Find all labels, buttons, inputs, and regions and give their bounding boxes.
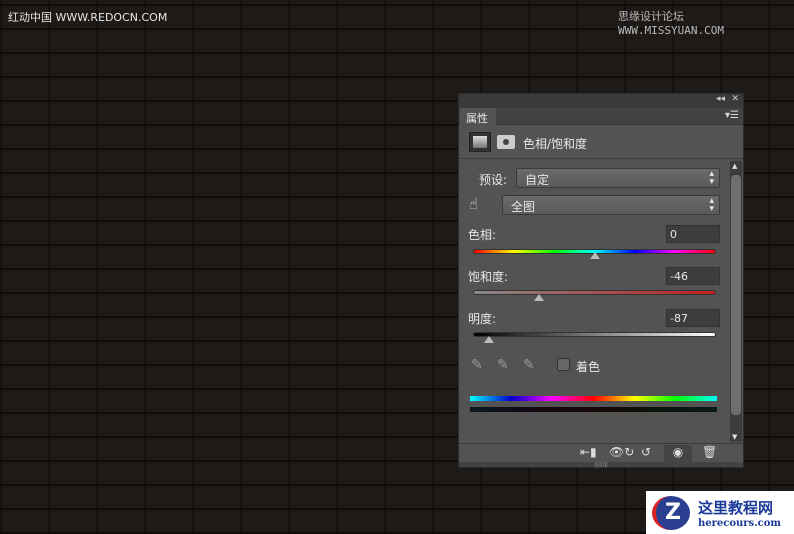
panel-heading: 色相/饱和度 xyxy=(523,137,588,151)
saturation-label: 饱和度: xyxy=(468,270,509,284)
resize-grip[interactable]: |||||||| xyxy=(459,462,743,468)
panel-menu-icon[interactable]: ▾☰ xyxy=(725,110,739,121)
close-icon[interactable]: ✕ xyxy=(731,94,739,104)
input-color-bar xyxy=(470,396,717,401)
watermark-redocn: 红动中国 WWW.REDOCN.COM xyxy=(8,11,168,24)
logo-z-icon: Z xyxy=(652,495,690,530)
properties-panel: ◂◂ ✕ 属性 ▾☰ 色相/饱和度 预设: 自定 ▴ ▾ ☝ 全图 ▴ ▾ 色相: 0 … xyxy=(458,93,744,468)
colorize-label: 着色 xyxy=(576,360,601,374)
target-adjust-hand-icon[interactable]: ☝ xyxy=(469,195,478,213)
watermark-missyuan: 思缘设计论坛 WWW.MISSYUAN.COM xyxy=(618,10,724,37)
preset-label: 预设: xyxy=(479,173,508,187)
preset-select[interactable]: 自定 ▴ ▾ xyxy=(516,168,720,188)
saturation-slider-thumb[interactable] xyxy=(533,294,544,301)
reset-icon[interactable]: ↺ xyxy=(641,445,651,459)
channel-select[interactable]: 全图 ▴ ▾ xyxy=(502,195,720,215)
chevron-updown-icon: ▴ ▾ xyxy=(709,196,714,214)
tab-properties[interactable]: 属性 xyxy=(460,108,496,125)
hue-input[interactable]: 0 xyxy=(666,225,720,243)
panel-titlebar[interactable]: ◂◂ ✕ xyxy=(459,94,743,108)
lightness-slider[interactable] xyxy=(473,332,716,337)
eyedropper-icon[interactable]: ✎ xyxy=(471,357,483,373)
lightness-label: 明度: xyxy=(468,312,497,326)
mask-icon[interactable] xyxy=(497,135,515,149)
lightness-slider-thumb[interactable] xyxy=(483,336,494,343)
scrollbar-thumb[interactable] xyxy=(731,175,741,415)
saturation-input[interactable]: -46 xyxy=(666,267,720,285)
scroll-down-icon[interactable]: ▼ xyxy=(732,433,737,441)
saturation-slider[interactable] xyxy=(473,290,716,295)
trash-icon[interactable]: 🗑 xyxy=(702,445,717,459)
hue-label: 色相: xyxy=(468,228,497,242)
channel-value: 全图 xyxy=(511,200,536,214)
collapse-icon[interactable]: ◂◂ xyxy=(716,94,725,104)
output-color-bar xyxy=(470,407,717,412)
logo-text: 这里教程网 xyxy=(698,498,774,517)
herecours-logo: Z 这里教程网 herecours.com xyxy=(646,491,794,534)
scroll-up-icon[interactable]: ▲ xyxy=(732,162,737,170)
eyedropper-minus-icon[interactable]: ✎ xyxy=(523,357,535,373)
toggle-visibility-icon[interactable]: ◉ xyxy=(664,445,692,462)
logo-url: herecours.com xyxy=(698,517,782,529)
clip-to-layer-icon[interactable]: ⇤▮ xyxy=(580,445,597,459)
view-previous-icon[interactable]: 👁↻ xyxy=(609,445,634,459)
eyedropper-plus-icon[interactable]: ✎ xyxy=(497,357,509,373)
hue-slider-thumb[interactable] xyxy=(589,252,600,259)
scrollbar[interactable]: ▲ ▼ xyxy=(730,161,742,442)
lightness-input[interactable]: -87 xyxy=(666,309,720,327)
adjustment-icon[interactable] xyxy=(469,132,491,152)
colorize-checkbox[interactable] xyxy=(557,358,570,371)
preset-value: 自定 xyxy=(525,173,550,187)
chevron-updown-icon: ▴ ▾ xyxy=(709,169,714,187)
